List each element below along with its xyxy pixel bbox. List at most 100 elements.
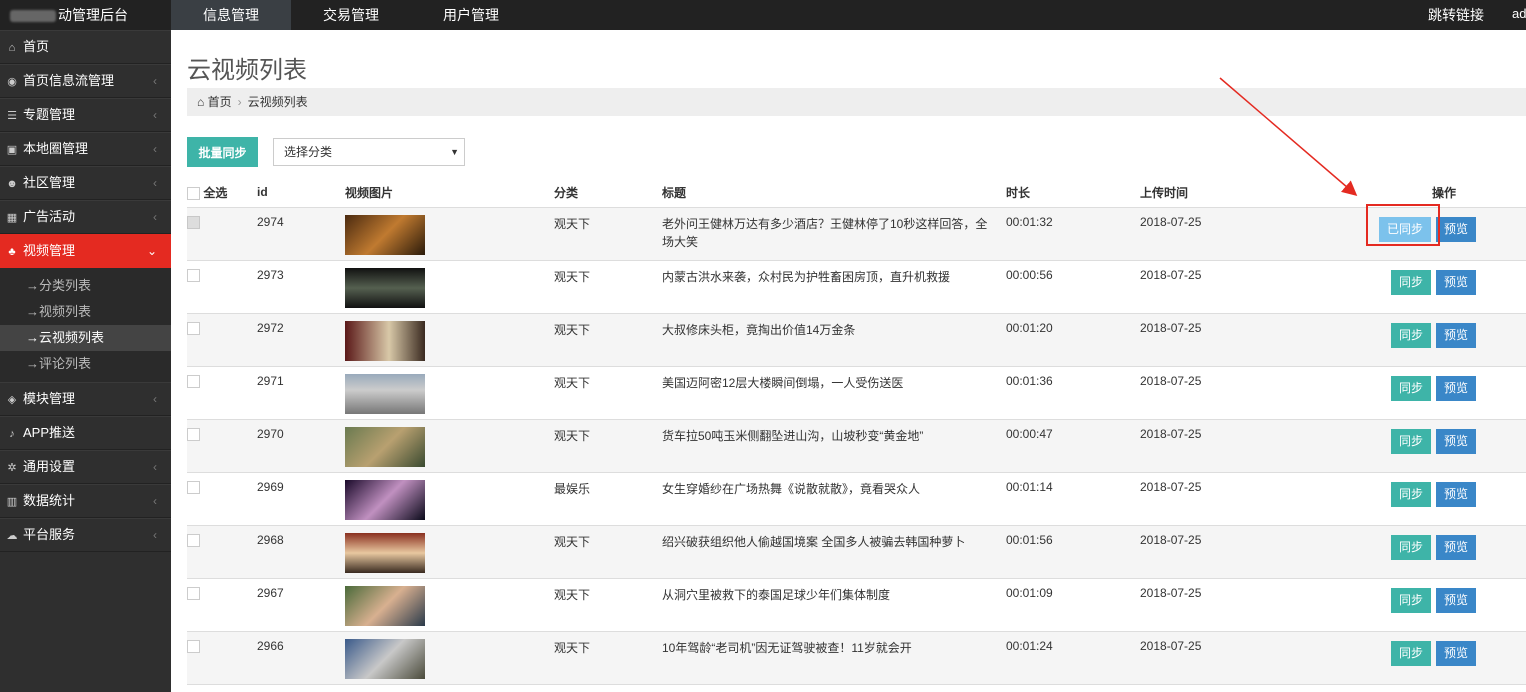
row-checkbox[interactable]: [187, 533, 200, 547]
sidebar-item-feed[interactable]: ◉ 首页信息流管理 ‹: [0, 64, 171, 98]
app-brand[interactable]: 动管理后台: [0, 0, 171, 30]
row-duration: 00:01:24: [1006, 631, 1140, 685]
submenu-label: 视频列表: [39, 304, 92, 319]
sidebar-item-settings[interactable]: ✲ 通用设置 ‹: [0, 450, 171, 484]
video-thumbnail[interactable]: [345, 426, 425, 467]
arrow-right-icon: →: [26, 278, 39, 293]
row-thumb-cell: [345, 366, 554, 420]
row-checkbox[interactable]: [187, 427, 200, 441]
sidebar-item-stats[interactable]: ▥ 数据统计 ‹: [0, 484, 171, 518]
video-thumbnail[interactable]: [345, 320, 425, 361]
row-duration: 00:01:14: [1006, 472, 1140, 526]
sidebar-item-local[interactable]: ▣ 本地圈管理 ‹: [0, 132, 171, 166]
breadcrumb: ⌂ 首页 › 云视频列表: [187, 88, 1526, 116]
category-select[interactable]: 选择分类 ▼: [273, 138, 465, 166]
row-ops: 同步 预览: [1300, 525, 1526, 579]
video-thumbnail[interactable]: [345, 267, 425, 308]
table-row: 2973 观天下 内蒙古洪水来袭，众村民为护牲畜困房顶，直升机救援 00:00:56 2…: [187, 260, 1526, 314]
topnav-trade[interactable]: 交易管理: [291, 0, 411, 30]
video-thumbnail[interactable]: [345, 479, 425, 520]
table-row: 2971 观天下 美国迈阿密12层大楼瞬间倒塌，一人受伤送医 00:01:36 2018…: [187, 366, 1526, 420]
row-checkbox[interactable]: [187, 639, 200, 653]
row-checkbox[interactable]: [187, 321, 200, 335]
preview-button[interactable]: 预览: [1435, 640, 1476, 666]
sync-button[interactable]: 同步: [1390, 269, 1431, 295]
chevron-left-icon: ‹: [153, 176, 157, 190]
sync-button[interactable]: 同步: [1390, 428, 1431, 454]
preview-button[interactable]: 预览: [1435, 216, 1476, 242]
preview-button[interactable]: 预览: [1435, 481, 1476, 507]
arrow-right-icon: →: [26, 330, 39, 345]
row-ops: 同步 预览: [1300, 472, 1526, 526]
sidebar-item-modules[interactable]: ◈ 模块管理 ‹: [0, 382, 171, 416]
row-select-cell: [187, 260, 257, 314]
breadcrumb-current: 云视频列表: [247, 95, 308, 109]
row-thumb-cell: [345, 631, 554, 685]
video-thumbnail[interactable]: [345, 373, 425, 414]
sync-button[interactable]: 同步: [1390, 322, 1431, 348]
sync-button[interactable]: 同步: [1390, 640, 1431, 666]
row-id: 2973: [257, 260, 345, 314]
chevron-down-icon: ⌄: [146, 244, 157, 258]
submenu-category-list[interactable]: →分类列表: [0, 273, 171, 299]
select-all-header[interactable]: 全选: [187, 178, 257, 208]
row-checkbox[interactable]: [187, 374, 200, 388]
preview-button[interactable]: 预览: [1435, 534, 1476, 560]
row-category: 观天下: [554, 366, 662, 420]
row-upload-date: 2018-07-25: [1140, 313, 1300, 367]
sidebar-item-push[interactable]: ♪ APP推送: [0, 416, 171, 450]
sidebar-item-video[interactable]: ♣ 视频管理 ⌄: [0, 234, 171, 268]
video-thumbnail[interactable]: [345, 214, 425, 255]
submenu-cloud-video-list[interactable]: →云视频列表: [0, 325, 171, 351]
preview-button[interactable]: 预览: [1435, 587, 1476, 613]
submenu-video-list[interactable]: →视频列表: [0, 299, 171, 325]
row-title: 老外问王健林万达有多少酒店？王健林停了10秒这样回答，全场大笑: [662, 207, 1006, 261]
jump-link[interactable]: 跳转链接: [1428, 0, 1484, 30]
duration-header: 时长: [1006, 178, 1140, 208]
select-all-checkbox[interactable]: [187, 187, 200, 201]
row-ops: 同步 预览: [1300, 631, 1526, 685]
sync-button[interactable]: 同步: [1390, 534, 1431, 560]
video-thumbnail[interactable]: [345, 585, 425, 626]
row-title: 10年驾龄“老司机”因无证驾驶被查！11岁就会开: [662, 631, 1006, 685]
sidebar-item-home[interactable]: ⌂ 首页: [0, 30, 171, 64]
row-upload-date: 2018-07-25: [1140, 525, 1300, 579]
breadcrumb-home[interactable]: 首页: [208, 95, 232, 109]
row-checkbox[interactable]: [187, 268, 200, 282]
video-thumbnail[interactable]: [345, 532, 425, 573]
topnav-info[interactable]: 信息管理: [171, 0, 291, 30]
user-menu[interactable]: ad: [1512, 0, 1526, 28]
sync-button[interactable]: 同步: [1390, 587, 1431, 613]
row-upload-date: 2018-07-25: [1140, 578, 1300, 632]
sidebar-item-label: 本地圈管理: [23, 141, 89, 156]
row-id: 2967: [257, 578, 345, 632]
submenu-comment-list[interactable]: →评论列表: [0, 351, 171, 377]
preview-button[interactable]: 预览: [1435, 269, 1476, 295]
sidebar-item-platform[interactable]: ☁ 平台服务 ‹: [0, 518, 171, 552]
preview-button[interactable]: 预览: [1435, 322, 1476, 348]
batch-sync-button[interactable]: 批量同步: [187, 137, 258, 167]
preview-button[interactable]: 预览: [1435, 375, 1476, 401]
sync-button[interactable]: 同步: [1390, 375, 1431, 401]
id-header: id: [257, 178, 345, 208]
sidebar-item-ads[interactable]: ▦ 广告活动 ‹: [0, 200, 171, 234]
preview-button[interactable]: 预览: [1435, 428, 1476, 454]
chevron-left-icon: ‹: [153, 210, 157, 224]
row-select-cell: [187, 313, 257, 367]
row-category: 观天下: [554, 207, 662, 261]
sidebar-item-topics[interactable]: ☰ 专题管理 ‹: [0, 98, 171, 132]
title-header: 标题: [662, 178, 1006, 208]
row-category: 观天下: [554, 525, 662, 579]
row-checkbox[interactable]: [187, 480, 200, 494]
sidebar-item-community[interactable]: ☻ 社区管理 ‹: [0, 166, 171, 200]
row-checkbox[interactable]: [187, 586, 200, 600]
sync-button[interactable]: 同步: [1390, 481, 1431, 507]
row-select-cell: [187, 207, 257, 261]
row-thumb-cell: [345, 313, 554, 367]
row-category: 观天下: [554, 578, 662, 632]
upload-header: 上传时间: [1140, 178, 1300, 208]
topnav-users[interactable]: 用户管理: [411, 0, 531, 30]
video-thumbnail[interactable]: [345, 638, 425, 679]
app-title: 动管理后台: [58, 7, 128, 23]
top-nav: 信息管理 交易管理 用户管理: [171, 0, 531, 30]
